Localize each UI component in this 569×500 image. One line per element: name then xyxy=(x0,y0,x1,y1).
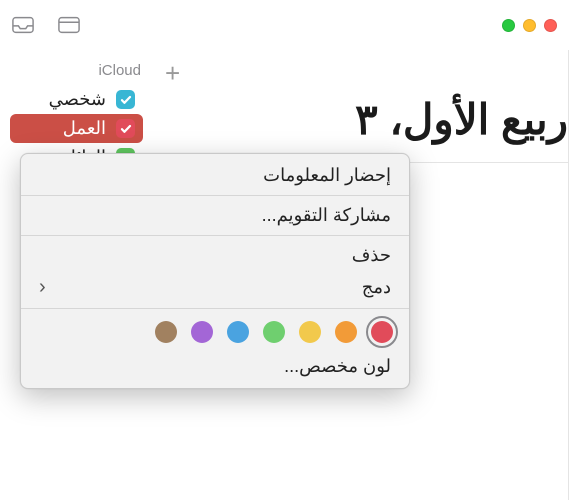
menu-custom-color[interactable]: لون مخصص... xyxy=(21,351,409,382)
calendar-icon[interactable] xyxy=(58,16,80,34)
color-swatch-brown[interactable] xyxy=(155,321,177,343)
menu-merge[interactable]: دمج ‹ xyxy=(21,271,409,304)
color-swatch-green[interactable] xyxy=(263,321,285,343)
color-picker-row xyxy=(21,313,409,351)
color-swatch-yellow[interactable] xyxy=(299,321,321,343)
calendar-item[interactable]: العمل xyxy=(10,114,143,143)
calendar-checkbox[interactable] xyxy=(116,90,135,109)
inbox-icon[interactable] xyxy=(12,16,34,34)
calendar-checkbox[interactable] xyxy=(116,119,135,138)
maximize-button[interactable] xyxy=(502,19,515,32)
menu-get-info[interactable]: إحضار المعلومات xyxy=(21,160,409,191)
date-title: ربيع الأول، ٣ xyxy=(153,95,568,162)
menu-separator xyxy=(21,308,409,309)
chevron-left-icon: ‹ xyxy=(39,276,46,299)
window-controls xyxy=(502,19,557,32)
section-label-icloud: iCloud xyxy=(10,62,141,79)
color-swatch-orange[interactable] xyxy=(335,321,357,343)
close-button[interactable] xyxy=(544,19,557,32)
color-swatch-red[interactable] xyxy=(371,321,393,343)
context-menu: إحضار المعلومات مشاركة التقويم... حذف دم… xyxy=(20,153,410,389)
calendar-label: شخصي xyxy=(49,89,106,110)
calendar-item[interactable]: شخصي xyxy=(10,85,143,114)
color-swatch-purple[interactable] xyxy=(191,321,213,343)
menu-delete[interactable]: حذف xyxy=(21,240,409,271)
minimize-button[interactable] xyxy=(523,19,536,32)
color-swatch-blue[interactable] xyxy=(227,321,249,343)
menu-separator xyxy=(21,195,409,196)
calendar-label: العمل xyxy=(63,118,106,139)
add-event-button[interactable]: + xyxy=(165,60,180,86)
menu-separator xyxy=(21,235,409,236)
titlebar xyxy=(0,0,569,50)
menu-share-calendar[interactable]: مشاركة التقويم... xyxy=(21,200,409,231)
